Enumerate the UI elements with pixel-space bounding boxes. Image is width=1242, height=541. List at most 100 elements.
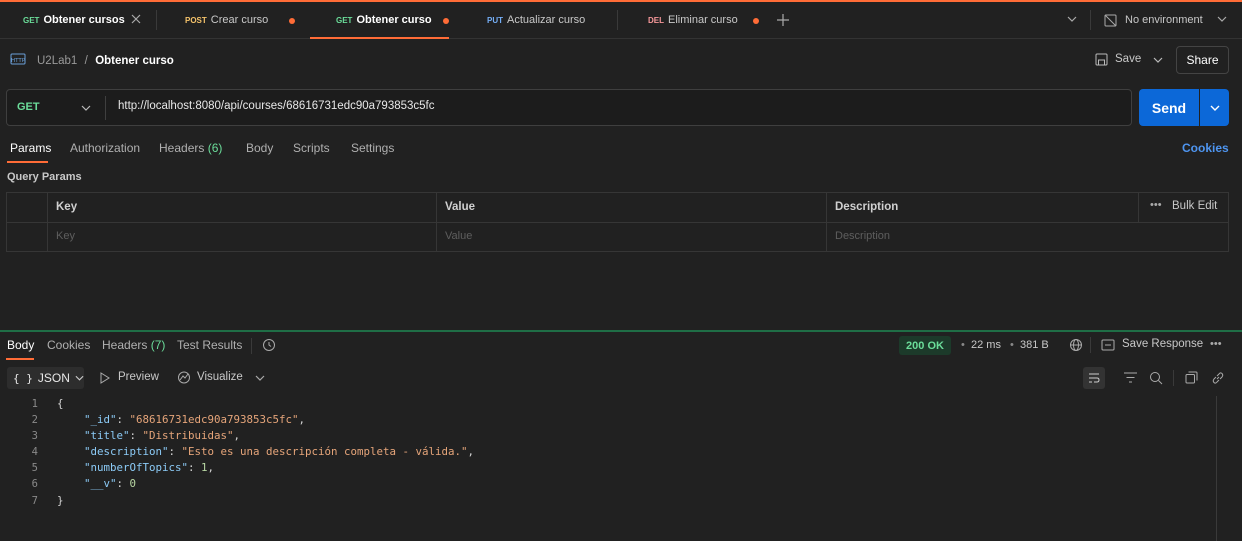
line-number: 1 <box>31 398 38 410</box>
copy-icon[interactable] <box>1185 371 1198 384</box>
tab-obtener-curso[interactable]: GET Obtener curso <box>310 2 449 39</box>
globe-icon[interactable] <box>1069 338 1083 352</box>
status-badge[interactable]: 200 OK <box>899 336 951 355</box>
save-response-button[interactable]: Save Response <box>1122 338 1203 350</box>
tab-eliminar-curso[interactable]: DEL Eliminar curso <box>648 2 738 38</box>
more-options-icon[interactable]: ••• <box>1150 199 1162 211</box>
json-value: "68616731edc90a793853c5fc" <box>129 413 299 426</box>
wrap-lines-button[interactable] <box>1083 367 1105 389</box>
wrap-icon <box>1089 373 1100 383</box>
query-params-table: Key Value Description ••• Bulk Edit Key … <box>6 192 1229 252</box>
tab-crear-curso[interactable]: POST Crear curso <box>185 2 268 38</box>
tab-body[interactable]: Body <box>246 141 273 155</box>
send-chevron-down-icon <box>1210 105 1219 111</box>
column-value: Value <box>445 201 476 213</box>
line-number: 2 <box>31 414 38 426</box>
preview-button[interactable]: Preview <box>118 371 159 383</box>
breadcrumb-collection[interactable]: U2Lab1 <box>37 55 77 67</box>
format-chevron-down-icon <box>75 375 84 381</box>
json-key: "title" <box>84 429 130 442</box>
format-selector[interactable]: { } JSON <box>7 367 84 389</box>
environment-chevron-down-icon[interactable] <box>1217 16 1227 22</box>
tab-actualizar-curso[interactable]: PUT Actualizar curso <box>487 2 585 38</box>
environment-selector[interactable]: No environment <box>1125 2 1203 38</box>
history-icon[interactable] <box>262 338 276 352</box>
value-input[interactable]: Value <box>445 230 472 242</box>
column-key: Key <box>56 201 78 213</box>
save-button[interactable]: Save <box>1115 53 1141 65</box>
response-tab-body[interactable]: Body <box>7 338 34 352</box>
method-selector[interactable]: GET <box>17 101 40 113</box>
json-key: "numberOfTopics" <box>84 461 189 474</box>
tab-params[interactable]: Params <box>10 141 51 155</box>
tab-method: POST <box>185 15 207 25</box>
unsaved-dot-icon <box>289 18 295 24</box>
share-button[interactable]: Share <box>1176 46 1229 74</box>
visualize-button[interactable]: Visualize <box>197 371 243 383</box>
json-value: 0 <box>129 477 137 490</box>
line-number: 4 <box>31 446 38 458</box>
visualize-chevron-down-icon[interactable] <box>255 375 265 381</box>
response-time[interactable]: 22 ms <box>971 339 1001 351</box>
save-icon[interactable] <box>1095 53 1108 66</box>
filter-icon[interactable] <box>1124 372 1137 383</box>
unsaved-dot-icon <box>753 18 759 24</box>
unsaved-dot-icon <box>443 18 449 24</box>
bulk-edit-button[interactable]: Bulk Edit <box>1172 200 1217 212</box>
response-tab-cookies[interactable]: Cookies <box>47 338 90 352</box>
json-close-brace: } <box>57 494 64 507</box>
close-icon[interactable] <box>131 14 141 24</box>
search-icon[interactable] <box>1149 371 1163 385</box>
json-key: "description" <box>84 445 169 458</box>
tabs-chevron-down-icon[interactable] <box>1067 16 1077 22</box>
url-bar: GET http://localhost:8080/api/courses/68… <box>6 89 1132 126</box>
play-icon <box>100 372 110 384</box>
line-number: 5 <box>31 462 38 474</box>
tab-settings[interactable]: Settings <box>351 141 394 155</box>
save-response-icon[interactable] <box>1101 339 1115 351</box>
response-size[interactable]: 381 B <box>1020 339 1049 351</box>
json-value: "Esto es una descripción completa - váli… <box>181 445 468 458</box>
cookies-link[interactable]: Cookies <box>1182 141 1229 155</box>
key-input[interactable]: Key <box>56 230 75 242</box>
tab-method: PUT <box>487 15 503 25</box>
link-icon[interactable] <box>1211 371 1225 385</box>
save-chevron-down-icon[interactable] <box>1153 57 1163 63</box>
url-input[interactable]: http://localhost:8080/api/courses/686167… <box>118 100 435 112</box>
json-line: "title": "Distribuidas", <box>84 429 241 442</box>
json-open-brace: { <box>57 397 64 410</box>
json-line: "__v": 0 <box>84 477 137 490</box>
tab-scripts[interactable]: Scripts <box>293 141 330 155</box>
line-number: 6 <box>31 478 38 490</box>
response-more-icon[interactable]: ••• <box>1210 338 1222 350</box>
braces-icon: { } <box>13 371 33 385</box>
tab-headers-label: Headers <box>159 141 205 155</box>
breadcrumb-request: Obtener curso <box>95 55 174 67</box>
no-environment-icon <box>1104 14 1117 27</box>
json-value: "Distribuidas" <box>142 429 234 442</box>
description-input[interactable]: Description <box>835 230 890 242</box>
response-tab-headers-label: Headers <box>102 338 148 352</box>
tab-headers[interactable]: Headers (6) <box>159 141 222 155</box>
response-tab-headers[interactable]: Headers (7) <box>102 338 165 352</box>
tab-obtener-cursos[interactable]: GET Obtener cursos <box>23 2 125 38</box>
send-options-button[interactable] <box>1200 89 1229 126</box>
tab-label: Eliminar curso <box>668 14 738 26</box>
breadcrumb-separator: / <box>84 55 88 67</box>
response-tab-test-results[interactable]: Test Results <box>177 338 242 352</box>
response-divider[interactable] <box>0 330 1242 332</box>
tab-authorization[interactable]: Authorization <box>70 141 140 155</box>
line-number: 3 <box>31 430 38 442</box>
method-chevron-down-icon[interactable] <box>81 105 91 111</box>
tab-label: Actualizar curso <box>507 14 586 26</box>
query-params-title: Query Params <box>7 171 82 183</box>
tab-label: Obtener cursos <box>43 14 125 26</box>
new-tab-plus-icon[interactable] <box>777 14 789 26</box>
format-label: JSON <box>37 371 70 385</box>
environment-label: No environment <box>1125 14 1203 26</box>
scrollbar-track[interactable] <box>1216 396 1217 541</box>
line-number: 7 <box>31 495 38 507</box>
breadcrumb: U2Lab1 / Obtener curso <box>37 53 174 67</box>
send-button[interactable]: Send <box>1139 89 1199 126</box>
json-line: "numberOfTopics": 1, <box>84 461 215 474</box>
